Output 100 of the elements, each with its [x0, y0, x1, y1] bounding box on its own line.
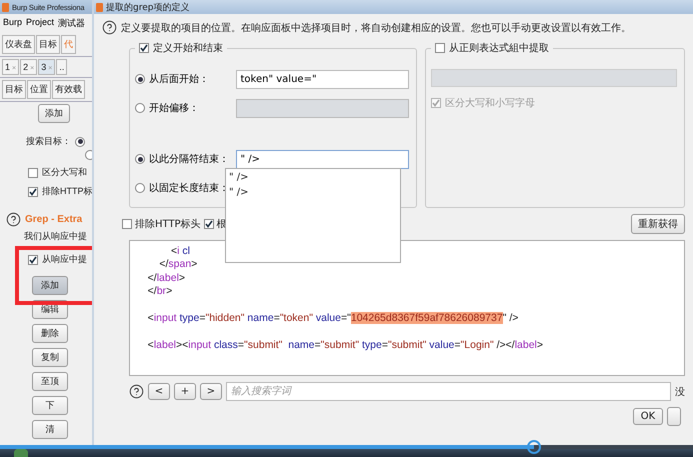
code-token: label	[154, 339, 176, 352]
refetch-button[interactable]: 重新获得	[631, 214, 685, 234]
help-icon[interactable]	[102, 20, 117, 35]
menu-item[interactable]: Project	[26, 17, 54, 30]
list-action-button[interactable]: 清	[32, 420, 68, 439]
code-token: ="	[341, 312, 351, 324]
menu-item[interactable]: 测试器	[58, 17, 86, 30]
code-token: </	[158, 258, 168, 270]
checkbox[interactable]	[122, 219, 132, 229]
code-token: i	[177, 244, 180, 257]
search-field[interactable]: 输入搜索字词	[226, 382, 671, 401]
option-label: 区分大写和	[42, 166, 87, 179]
code-token: value	[314, 312, 341, 324]
list-action-button[interactable]: 复制	[32, 348, 68, 367]
input-field[interactable]: token" value="	[236, 70, 409, 88]
option-label: 排除HTTP标	[42, 185, 92, 198]
list-action-button[interactable]: 添加	[32, 276, 68, 295]
list-action-button[interactable]: 下	[32, 396, 68, 415]
request-tab[interactable]: ..	[56, 59, 68, 75]
checkbox[interactable]	[28, 168, 38, 178]
checkbox[interactable]	[431, 98, 441, 108]
progress-thumb[interactable]	[526, 440, 541, 454]
section-description: 我们从响应中提	[24, 230, 87, 243]
radio-label: 以固定长度结束：	[149, 182, 229, 195]
radio-button[interactable]	[135, 154, 145, 164]
code-token: "token"	[280, 312, 313, 324]
dropdown-item[interactable]: " />	[229, 172, 397, 183]
option-label: 根	[216, 218, 227, 231]
checkbox[interactable]	[28, 254, 38, 264]
list-action-button[interactable]: 至顶	[32, 372, 68, 391]
help-text: 定义要提取的项目的位置。在响应面板中选择项目时，将自动创建相应的设置。您也可以手动更改设置以有效工作。	[121, 22, 631, 34]
code-token: "submit"	[244, 339, 282, 352]
radio-label: 从后面开始：	[149, 72, 209, 86]
input-field[interactable]: " />	[236, 150, 409, 168]
group-label: 定义开始和结束	[153, 42, 223, 55]
code-token: input	[154, 312, 177, 324]
tab[interactable]: 目标	[2, 80, 26, 99]
radio-label: 开始偏移：	[149, 102, 199, 115]
checkbox[interactable]	[28, 186, 38, 196]
radio-button[interactable]	[135, 74, 145, 84]
highlighted-token: 104265d8367f59af78626089737	[350, 312, 503, 324]
code-token: =	[274, 312, 280, 324]
tab[interactable]: 位置	[27, 80, 51, 99]
code-token: ><	[176, 339, 188, 352]
code-token: >	[191, 258, 198, 270]
tab[interactable]: 仪表盘	[2, 35, 35, 54]
code-token: span	[168, 258, 192, 270]
search-target-label: 搜索目标：	[26, 135, 71, 148]
dialog-title: 提取的grep项的定义	[106, 2, 190, 14]
code-token: name	[287, 339, 315, 352]
code-token: =	[454, 339, 461, 352]
app-logo-icon	[2, 2, 9, 12]
code-token: "hidden"	[206, 312, 244, 324]
code-token: >	[166, 285, 172, 298]
code-token: </	[146, 285, 157, 298]
code-token: name	[246, 312, 274, 324]
search-nav-button[interactable]: <	[148, 383, 170, 400]
app-logo-icon	[96, 2, 103, 12]
code-token: >	[536, 339, 544, 352]
radio-label: 以此分隔符结束：	[149, 152, 229, 166]
code-token: type	[360, 339, 382, 352]
menu-item[interactable]: Burp	[3, 17, 22, 30]
option-label: 区分大写和小写字母	[445, 96, 535, 110]
code-token: </	[146, 272, 157, 284]
tab[interactable]: 有效载	[52, 80, 85, 99]
code-token: type	[178, 312, 200, 324]
code-token: "submit"	[320, 339, 360, 352]
code-token: "Login"	[460, 339, 494, 352]
help-icon[interactable]	[129, 384, 144, 399]
code-token: label	[156, 272, 179, 284]
radio-button[interactable]	[75, 136, 85, 146]
regex-field[interactable]	[431, 69, 677, 87]
checkbox[interactable]	[139, 43, 149, 53]
radio-button[interactable]	[85, 150, 92, 160]
tab[interactable]: 目标	[36, 35, 60, 54]
code-token: " />	[502, 312, 518, 324]
code-token: >	[178, 272, 186, 284]
code-token: =	[238, 339, 244, 352]
search-nav-button[interactable]: +	[174, 383, 196, 400]
code-token: =	[382, 339, 388, 352]
search-nav-button[interactable]: >	[200, 383, 222, 400]
add-button[interactable]: 添加	[38, 104, 70, 123]
code-token: =	[199, 312, 206, 324]
checkbox[interactable]	[435, 43, 445, 53]
ok-button[interactable]: OK	[633, 408, 663, 425]
option-label: 排除HTTP标头	[135, 218, 201, 231]
code-token: br	[156, 285, 166, 298]
radio-button[interactable]	[135, 183, 145, 193]
code-token: "submit"	[388, 339, 426, 352]
code-token: cl	[181, 244, 190, 257]
code-token: =	[314, 339, 321, 352]
section-title: Grep - Extra	[25, 214, 82, 225]
checkbox-label: 从响应中提	[42, 253, 87, 266]
list-action-button[interactable]: 删除	[32, 324, 68, 343]
group-label: 从正则表达式組中提取	[449, 42, 549, 55]
dropdown-item[interactable]: " />	[229, 187, 397, 198]
help-icon[interactable]	[6, 212, 21, 227]
checkbox[interactable]	[204, 219, 214, 229]
code-token: <	[170, 244, 178, 257]
match-count-text: 没	[675, 386, 685, 398]
